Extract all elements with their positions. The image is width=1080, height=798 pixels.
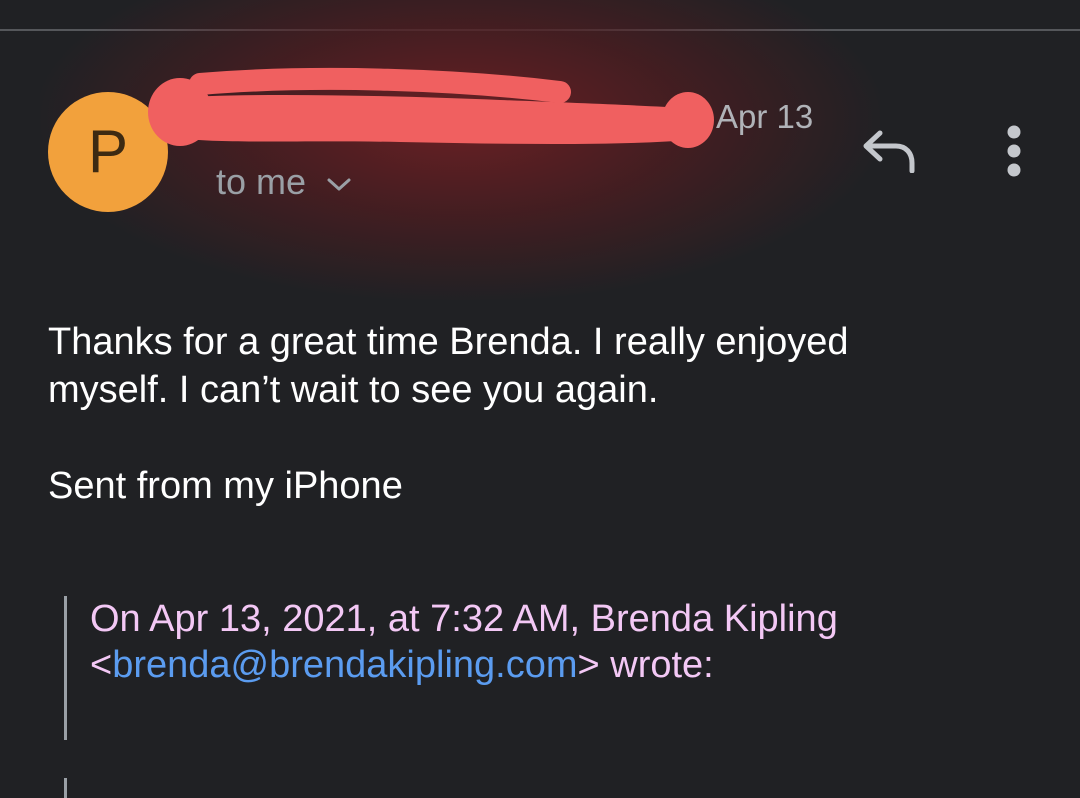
- quote-attribution: <brenda@brendakipling.com> wrote:: [90, 642, 1030, 688]
- quote-wrote: > wrote:: [577, 644, 714, 686]
- recipient-label: to me: [216, 161, 307, 202]
- sender-name-redaction: [148, 67, 714, 148]
- message-body-line: myself. I can’t wait to see you again.: [48, 369, 659, 411]
- more-options-button[interactable]: [986, 118, 1042, 184]
- message-body-line: Thanks for a great time Brenda. I really…: [48, 321, 849, 363]
- sender-email-link[interactable]: brenda@brendakipling.com: [112, 644, 577, 686]
- message-date: Apr 13: [716, 98, 814, 135]
- reply-icon: [863, 130, 915, 173]
- chevron-down-icon: [326, 177, 352, 193]
- recipient-details-toggle[interactable]: to me: [216, 164, 352, 200]
- quote-bar: [64, 596, 67, 740]
- avatar-initial: P: [87, 118, 129, 185]
- message-body: Thanks for a great time Brenda. I really…: [48, 318, 1008, 414]
- top-divider: [0, 29, 1080, 31]
- quoted-message-header: On Apr 13, 2021, at 7:32 AM, Brenda Kipl…: [90, 596, 1030, 688]
- more-vert-icon: [1007, 125, 1021, 177]
- reply-button[interactable]: [852, 118, 926, 184]
- email-signature: Sent from my iPhone: [48, 465, 403, 507]
- quote-intro: On Apr 13, 2021, at 7:32 AM, Brenda Kipl…: [90, 598, 838, 640]
- quote-open-bracket: <: [90, 644, 113, 686]
- quote-bar-secondary: [64, 778, 67, 798]
